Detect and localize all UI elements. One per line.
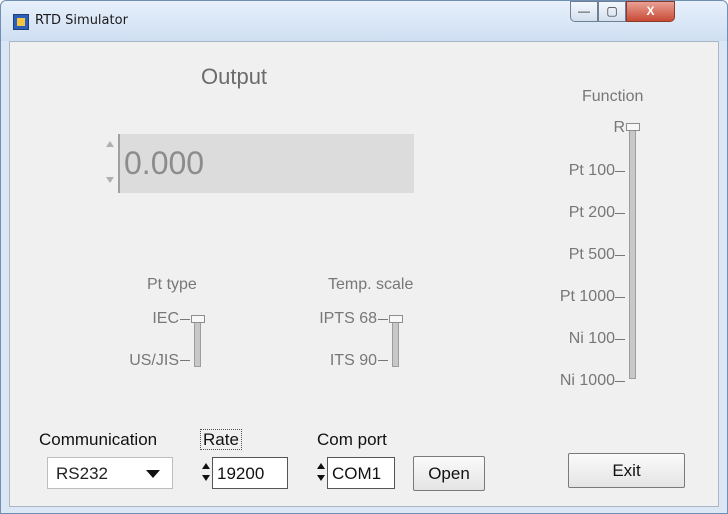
minimize-button[interactable]: — [570, 1, 598, 22]
temp-scale-slider[interactable] [392, 317, 399, 367]
title-bar[interactable]: RTD Simulator — ▢ X [1, 1, 727, 41]
rate-label-text: Rate [200, 429, 242, 450]
maximize-button[interactable]: ▢ [598, 1, 626, 22]
tick-mark [615, 171, 625, 172]
rate-spinner[interactable] [200, 457, 212, 489]
rate-label: Rate [200, 429, 242, 450]
tick-mark [615, 213, 625, 214]
com-port-input[interactable]: COM1 [327, 457, 395, 489]
pt-type-slider[interactable] [194, 317, 201, 367]
function-option-r[interactable]: R [531, 119, 625, 137]
function-option-pt100[interactable]: Pt 100 [531, 162, 615, 180]
exit-button[interactable]: Exit [568, 453, 685, 488]
tick-mark [615, 339, 625, 340]
function-slider[interactable] [629, 125, 636, 379]
tick-mark [180, 319, 190, 320]
output-spinner[interactable] [106, 135, 116, 193]
spin-down-icon[interactable] [202, 475, 210, 481]
tick-mark [615, 381, 625, 382]
chevron-down-icon[interactable] [146, 470, 160, 478]
rate-value: 19200 [217, 464, 265, 483]
function-slider-thumb[interactable] [626, 123, 640, 131]
com-port-spinner[interactable] [315, 457, 327, 489]
spin-up-icon[interactable] [202, 463, 210, 469]
pt-type-option-iec[interactable]: IEC [111, 310, 179, 328]
function-title: Function [582, 88, 644, 105]
function-option-ni1000[interactable]: Ni 1000 [531, 372, 615, 390]
output-title: Output [201, 64, 268, 89]
output-value-display: 0.000 [118, 134, 414, 193]
function-option-pt200[interactable]: Pt 200 [531, 204, 615, 222]
spin-down-icon[interactable] [106, 177, 114, 183]
communication-value: RS232 [56, 464, 108, 483]
temp-scale-option-its90[interactable]: ITS 90 [301, 352, 377, 370]
pt-type-title: Pt type [147, 276, 197, 293]
tick-mark [378, 319, 388, 320]
communication-label: Communication [39, 430, 158, 449]
function-option-ni100[interactable]: Ni 100 [531, 330, 615, 348]
function-option-pt1000[interactable]: Pt 1000 [531, 288, 615, 306]
tick-mark [378, 360, 388, 361]
open-button[interactable]: Open [413, 456, 485, 491]
temp-scale-option-ipts68[interactable]: IPTS 68 [301, 310, 377, 328]
close-button[interactable]: X [626, 1, 675, 22]
spin-down-icon[interactable] [317, 475, 325, 481]
spin-up-icon[interactable] [106, 141, 114, 147]
spin-up-icon[interactable] [317, 463, 325, 469]
function-option-pt500[interactable]: Pt 500 [531, 246, 615, 264]
com-port-label: Com port [317, 430, 387, 449]
pt-type-option-usjis[interactable]: US/JIS [91, 352, 179, 370]
temp-scale-slider-thumb[interactable] [389, 315, 403, 323]
tick-mark [615, 255, 625, 256]
app-window: RTD Simulator — ▢ X Output 0.000 Pt type… [0, 0, 728, 514]
rate-input[interactable]: 19200 [212, 457, 288, 489]
pt-type-slider-thumb[interactable] [191, 315, 205, 323]
temp-scale-title: Temp. scale [328, 276, 414, 293]
app-icon [13, 14, 29, 30]
communication-select[interactable]: RS232 [47, 457, 173, 489]
tick-mark [180, 360, 190, 361]
tick-mark [615, 297, 625, 298]
com-port-value: COM1 [332, 464, 382, 483]
window-title: RTD Simulator [35, 13, 128, 28]
